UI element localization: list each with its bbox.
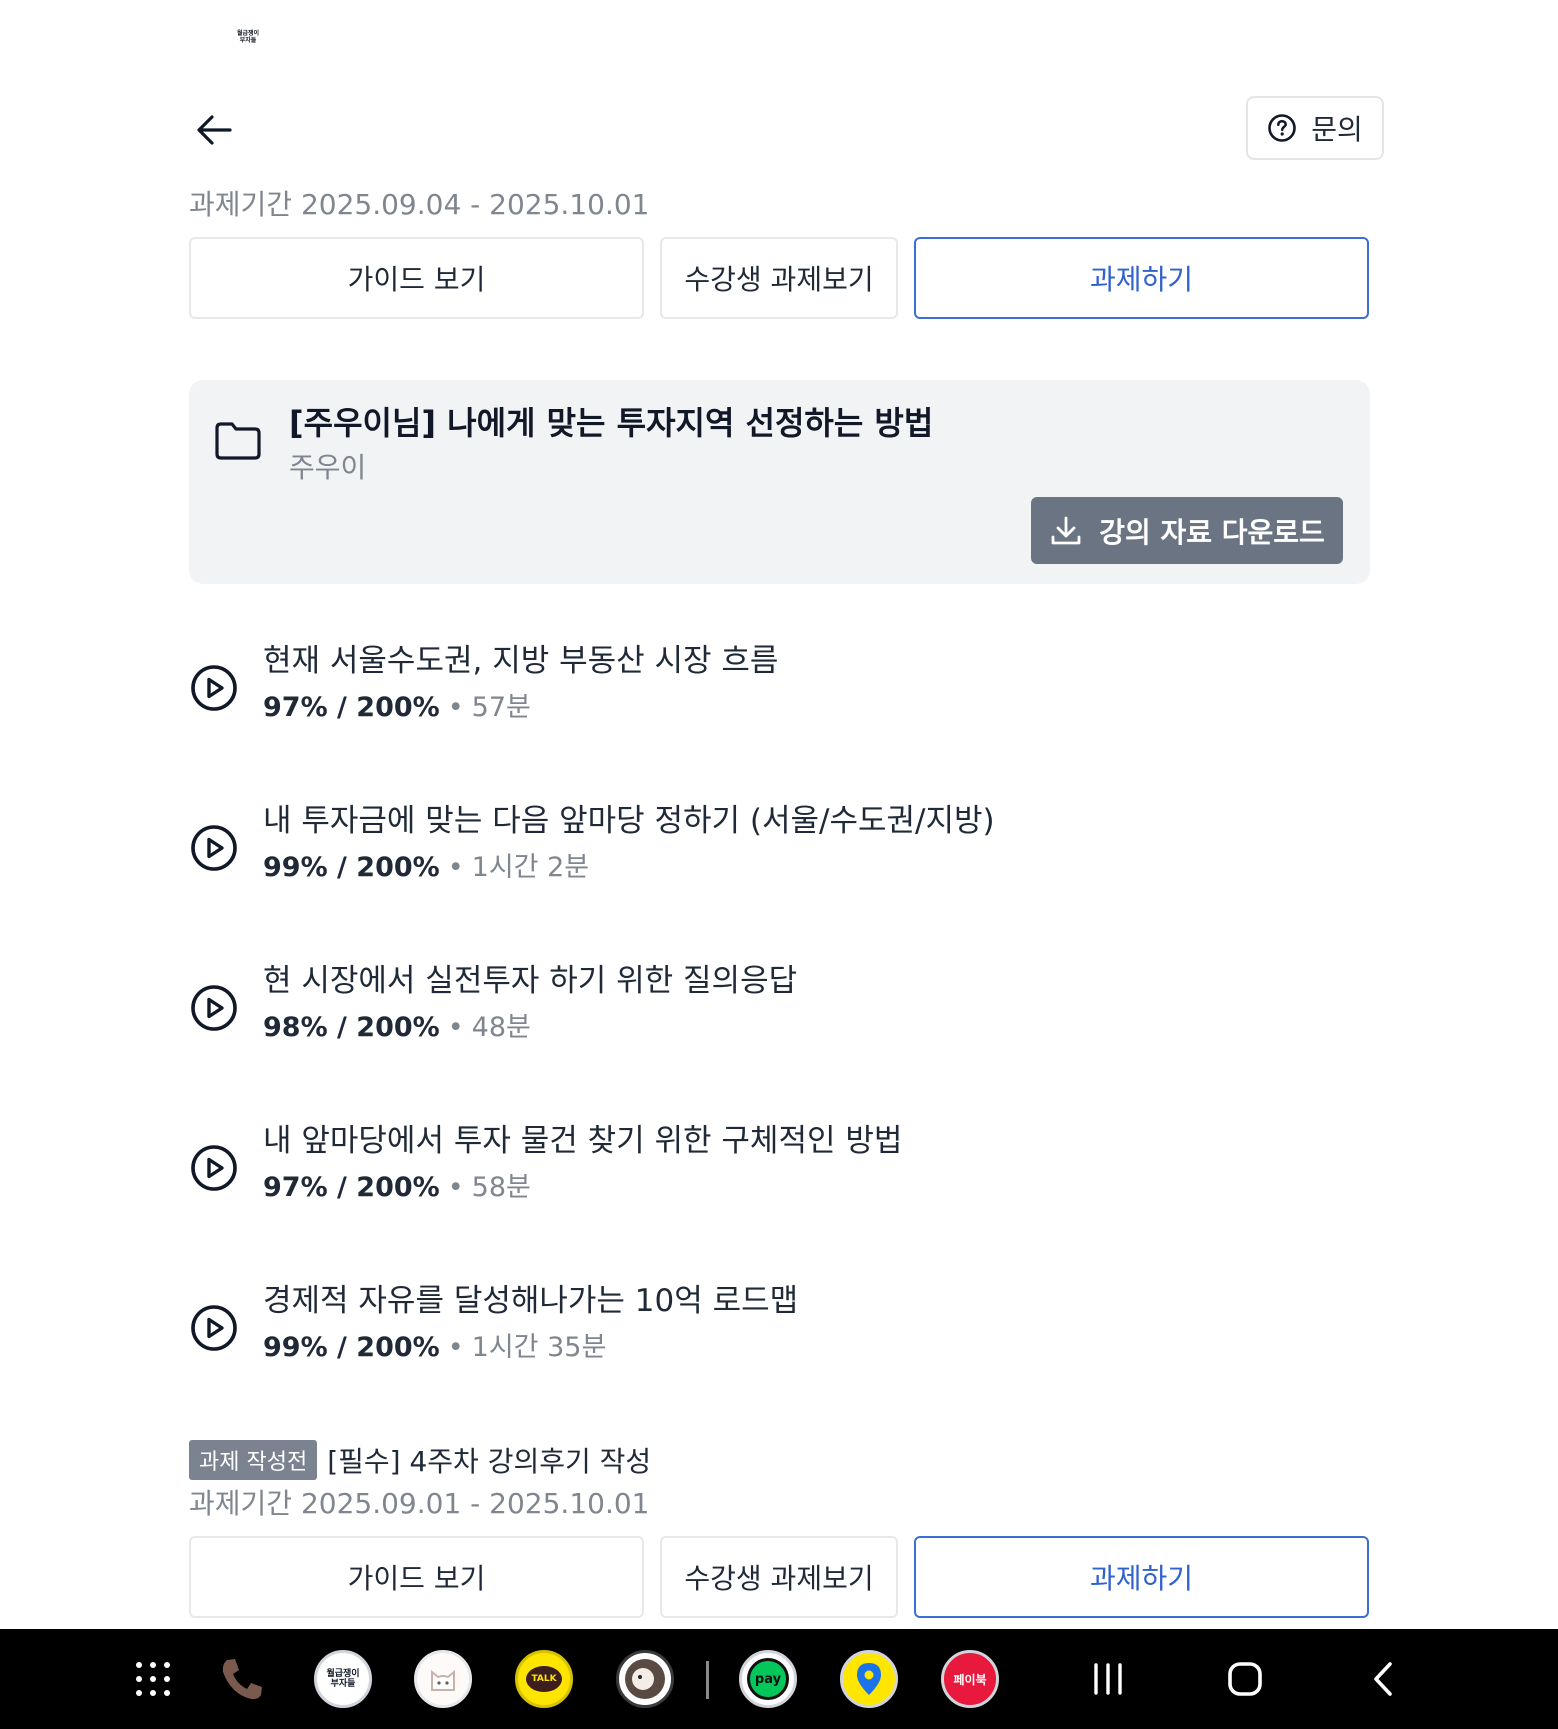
folder-icon xyxy=(215,422,261,460)
wolbu-app[interactable]: 월급쟁이 부자들 xyxy=(313,1649,373,1709)
talk-bubble: TALK xyxy=(526,1666,562,1692)
lecture-progress: 99% / 200% xyxy=(263,852,440,883)
dog-app-icon xyxy=(616,1650,674,1708)
play-circle-icon xyxy=(191,1145,237,1191)
dock-separator xyxy=(706,1661,709,1699)
lecture-item[interactable]: 현 시장에서 실전투자 하기 위한 질의응답 98% / 200% • 48분 xyxy=(189,955,1370,1065)
assignment-button-row: 가이드 보기 수강생 과제보기 과제하기 xyxy=(189,1536,1369,1618)
logo-line-1: 월급쟁이 xyxy=(236,30,260,37)
download-icon xyxy=(1051,516,1081,544)
lecture-progress: 97% / 200% xyxy=(263,692,440,723)
home-icon xyxy=(1228,1662,1262,1696)
separator-dot: • xyxy=(447,1332,464,1363)
paybook-label: 페이북 xyxy=(953,1672,987,1687)
lecture-title: 경제적 자유를 달성해나가는 10억 로드맵 xyxy=(263,1283,799,1319)
map-pin-app-icon xyxy=(840,1650,898,1708)
phone-icon xyxy=(222,1659,262,1700)
lecture-progress: 99% / 200% xyxy=(263,1332,440,1363)
status-badge: 과제 작성전 xyxy=(189,1440,318,1480)
naver-pay-icon: pay xyxy=(739,1650,797,1708)
arrow-left-icon xyxy=(197,115,232,145)
assignment-title: [필수] 4주차 강의후기 작성 xyxy=(327,1445,652,1478)
system-back-button[interactable] xyxy=(1354,1649,1414,1709)
home-button[interactable] xyxy=(1215,1649,1275,1709)
lecture-meta: 99% / 200% • 1시간 2분 xyxy=(263,845,589,884)
grid-dots-icon xyxy=(136,1662,170,1696)
system-navigation-bar: 월급쟁이 부자들 TALK pay 페이북 xyxy=(0,1629,1558,1729)
play-circle-icon xyxy=(191,825,237,871)
lecture-title: 현재 서울수도권, 지방 부동산 시장 흐름 xyxy=(263,643,779,679)
lecture-meta: 97% / 200% • 57분 xyxy=(263,685,531,724)
wolbu-icon-line-2: 부자들 xyxy=(330,1679,356,1689)
wolbu-app-icon: 월급쟁이 부자들 xyxy=(314,1650,372,1708)
dog-face-icon xyxy=(625,1659,665,1699)
course-title: [주우이님] 나에게 맞는 투자지역 선정하는 방법 xyxy=(289,404,934,442)
lecture-duration: 48분 xyxy=(471,1012,531,1043)
play-circle-icon xyxy=(191,985,237,1031)
play-circle-icon xyxy=(191,665,237,711)
guide-button[interactable]: 가이드 보기 xyxy=(189,237,644,319)
peer-assignments-button[interactable]: 수강생 과제보기 xyxy=(660,1536,898,1618)
lecture-item[interactable]: 현재 서울수도권, 지방 부동산 시장 흐름 97% / 200% • 57분 xyxy=(189,635,1370,745)
lecture-title: 내 앞마당에서 투자 물건 찾기 위한 구체적인 방법 xyxy=(263,1123,903,1159)
app-logo: 월급쟁이 부자들 xyxy=(232,30,264,52)
course-author: 주우이 xyxy=(289,451,367,484)
lecture-meta: 98% / 200% • 48분 xyxy=(263,1005,531,1044)
dog-app[interactable] xyxy=(615,1649,675,1709)
lecture-duration: 1시간 2분 xyxy=(471,852,590,883)
lecture-duration: 57분 xyxy=(471,692,531,723)
lecture-progress: 98% / 200% xyxy=(263,1012,440,1043)
kakaotalk-icon: TALK xyxy=(515,1650,573,1708)
naver-pay-app[interactable]: pay xyxy=(738,1649,798,1709)
guide-button[interactable]: 가이드 보기 xyxy=(189,1536,644,1618)
play-circle-icon xyxy=(191,1305,237,1351)
lecture-progress: 97% / 200% xyxy=(263,1172,440,1203)
lecture-meta: 97% / 200% • 58분 xyxy=(263,1165,531,1204)
phone-app[interactable] xyxy=(212,1649,272,1709)
lecture-item[interactable]: 경제적 자유를 달성해나가는 10억 로드맵 99% / 200% • 1시간 35… xyxy=(189,1275,1370,1385)
lecture-title: 내 투자금에 맞는 다음 앞마당 정하기 (서울/수도권/지방) xyxy=(263,803,995,839)
download-materials-button[interactable]: 강의 자료 다운로드 xyxy=(1031,497,1343,564)
back-button[interactable] xyxy=(190,106,238,154)
lecture-item[interactable]: 내 앞마당에서 투자 물건 찾기 위한 구체적인 방법 97% / 200% • 5… xyxy=(189,1115,1370,1225)
recent-apps-button[interactable] xyxy=(1078,1649,1138,1709)
assignment-button-row: 가이드 보기 수강생 과제보기 과제하기 xyxy=(189,237,1369,319)
kakaotalk-app[interactable]: TALK xyxy=(514,1649,574,1709)
lecture-duration: 1시간 35분 xyxy=(471,1332,607,1363)
peer-assignments-button[interactable]: 수강생 과제보기 xyxy=(660,237,898,319)
course-card: [주우이님] 나에게 맞는 투자지역 선정하는 방법 주우이 강의 자료 다운로… xyxy=(189,380,1370,584)
chevron-left-icon xyxy=(1374,1662,1392,1696)
separator-dot: • xyxy=(447,692,464,723)
inquiry-button[interactable]: 문의 xyxy=(1246,96,1384,160)
separator-dot: • xyxy=(447,1172,464,1203)
inquiry-label: 문의 xyxy=(1311,113,1363,146)
recents-icon xyxy=(1094,1663,1122,1695)
map-app[interactable] xyxy=(839,1649,899,1709)
map-pin-icon xyxy=(857,1663,881,1695)
help-circle-icon xyxy=(1268,114,1297,142)
download-label: 강의 자료 다운로드 xyxy=(1099,515,1325,549)
lecture-title: 현 시장에서 실전투자 하기 위한 질의응답 xyxy=(263,963,798,999)
do-assignment-button[interactable]: 과제하기 xyxy=(914,1536,1369,1618)
cat-face-icon xyxy=(431,1669,455,1691)
wolbu-icon-line-1: 월급쟁이 xyxy=(326,1669,360,1679)
lecture-item[interactable]: 내 투자금에 맞는 다음 앞마당 정하기 (서울/수도권/지방) 99% / 2… xyxy=(189,795,1370,905)
assignment-period: 과제기간 2025.09.04 - 2025.10.01 xyxy=(189,188,650,221)
app-drawer-button[interactable] xyxy=(123,1649,183,1709)
pay-label: pay xyxy=(747,1658,789,1700)
cat-app-icon xyxy=(414,1650,472,1708)
assignment-header: 과제 작성전 [필수] 4주차 강의후기 작성 xyxy=(189,1440,651,1480)
separator-dot: • xyxy=(447,1012,464,1043)
paybook-app[interactable]: 페이북 xyxy=(940,1649,1000,1709)
assignment-period: 과제기간 2025.09.01 - 2025.10.01 xyxy=(189,1487,650,1520)
lecture-meta: 99% / 200% • 1시간 35분 xyxy=(263,1325,606,1364)
paybook-icon: 페이북 xyxy=(941,1650,999,1708)
separator-dot: • xyxy=(447,852,464,883)
cat-app[interactable] xyxy=(413,1649,473,1709)
lecture-duration: 58분 xyxy=(471,1172,531,1203)
logo-line-2: 부자들 xyxy=(239,37,257,44)
do-assignment-button[interactable]: 과제하기 xyxy=(914,237,1369,319)
